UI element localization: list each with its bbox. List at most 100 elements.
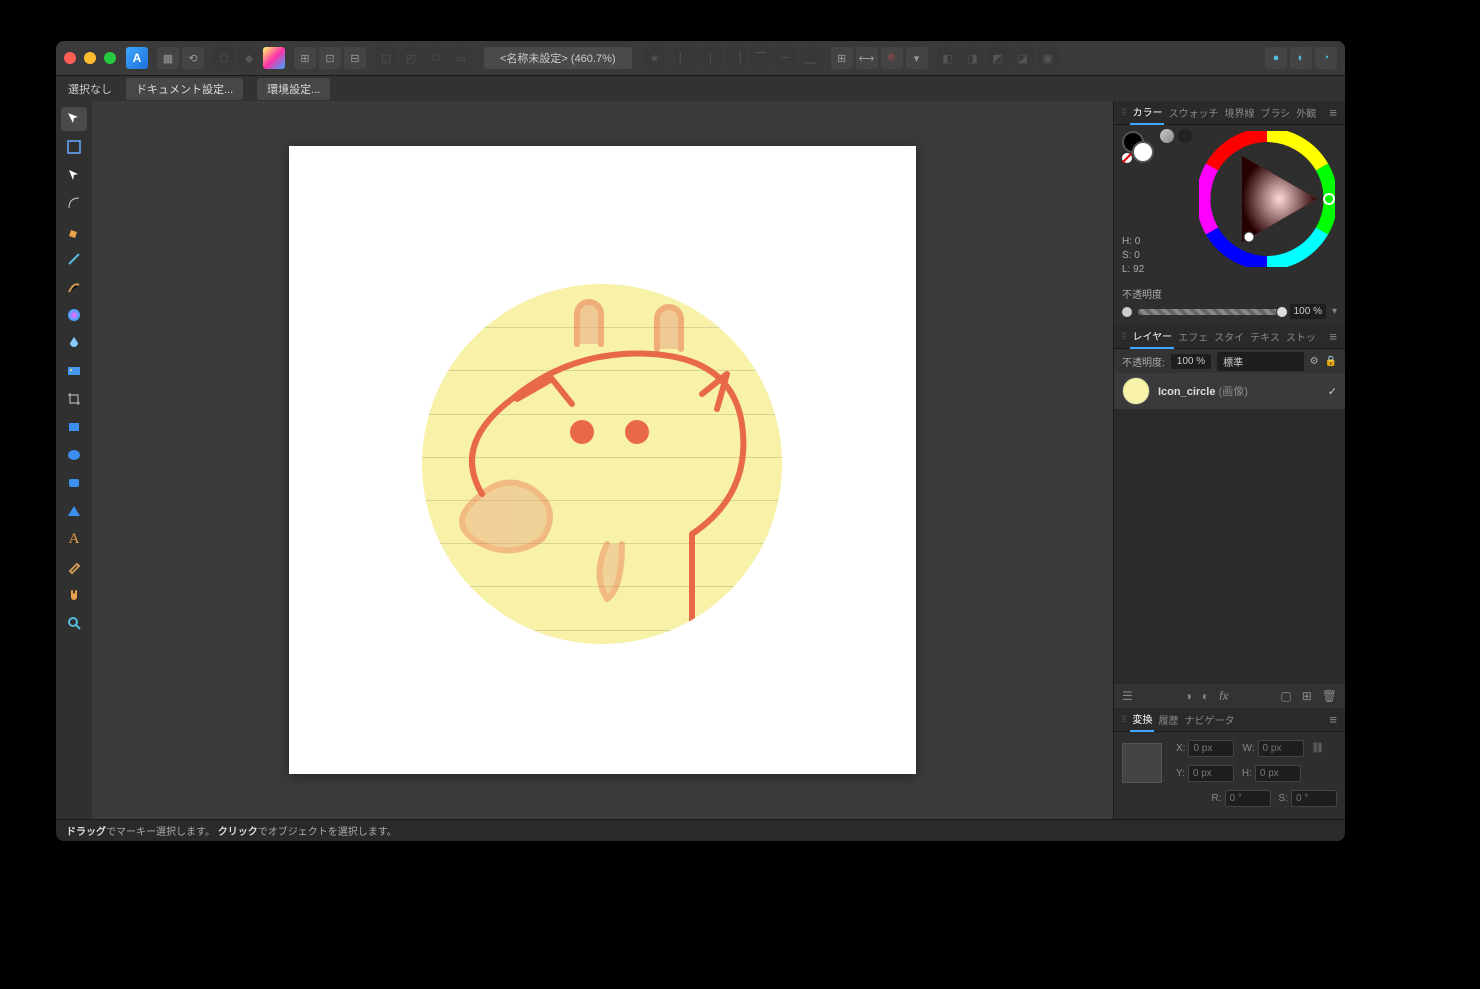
layers-empty-area[interactable] bbox=[1114, 409, 1345, 684]
preferences-button[interactable]: 環境設定... bbox=[257, 78, 330, 100]
fill-swatch[interactable] bbox=[1132, 141, 1154, 163]
rounded-rect-tool[interactable] bbox=[61, 471, 87, 495]
crop-tool[interactable] bbox=[61, 387, 87, 411]
tab-swatches[interactable]: スウォッチ bbox=[1166, 101, 1220, 124]
arrange-2[interactable]: ◰ bbox=[400, 47, 422, 69]
fx-icon[interactable]: fx bbox=[1219, 689, 1228, 703]
place-image-tool[interactable] bbox=[61, 359, 87, 383]
bool-1[interactable]: ◧ bbox=[937, 47, 959, 69]
x-field[interactable] bbox=[1188, 740, 1234, 757]
move-tool[interactable] bbox=[61, 107, 87, 131]
s-field[interactable] bbox=[1291, 790, 1337, 807]
align-right[interactable]: ⎹ bbox=[725, 47, 747, 69]
h-field[interactable] bbox=[1255, 765, 1301, 782]
snap-guides-button[interactable]: ⊟ bbox=[344, 47, 366, 69]
color-panel-menu[interactable]: ≡ bbox=[1327, 101, 1339, 124]
zoom-tool[interactable] bbox=[61, 611, 87, 635]
align-middle[interactable]: ─ bbox=[775, 47, 797, 69]
tab-stock[interactable]: ストッ bbox=[1284, 325, 1318, 348]
add-layer-icon[interactable]: ▢ bbox=[1280, 689, 1291, 703]
r-field[interactable] bbox=[1225, 790, 1271, 807]
opacity-slider[interactable] bbox=[1138, 309, 1284, 315]
opacity-handle[interactable] bbox=[1276, 306, 1288, 318]
snap-options[interactable]: ▾ bbox=[906, 47, 928, 69]
tab-color[interactable]: カラー bbox=[1130, 101, 1164, 125]
transform-panel-menu[interactable]: ≡ bbox=[1327, 708, 1339, 731]
bool-3[interactable]: ◩ bbox=[987, 47, 1009, 69]
canvas-viewport[interactable] bbox=[92, 101, 1113, 819]
ruler-toggle[interactable]: ⟷ bbox=[856, 47, 878, 69]
bool-5[interactable]: ▣ bbox=[1037, 47, 1059, 69]
arrange-1[interactable]: ◱ bbox=[375, 47, 397, 69]
snap-toggle[interactable]: ⌾ bbox=[881, 47, 903, 69]
blend-mode-select[interactable]: 標準 bbox=[1217, 352, 1303, 371]
w-field[interactable] bbox=[1258, 740, 1304, 757]
persona-button[interactable]: ▦ bbox=[157, 47, 179, 69]
tab-transform[interactable]: 変換 bbox=[1130, 707, 1154, 732]
insert-behind[interactable]: ◔ bbox=[1315, 47, 1337, 69]
brush-tool[interactable] bbox=[61, 275, 87, 299]
favorite-button[interactable]: ★ bbox=[644, 47, 666, 69]
shape-corner-button[interactable]: ◆ bbox=[238, 47, 260, 69]
document-setup-button[interactable]: ドキュメント設定... bbox=[126, 78, 243, 100]
insert-inside[interactable]: ◐ bbox=[1290, 47, 1312, 69]
anchor-selector[interactable] bbox=[1122, 743, 1162, 783]
bool-2[interactable]: ◨ bbox=[962, 47, 984, 69]
align-center-h[interactable]: ╎ bbox=[700, 47, 722, 69]
minimize-button[interactable] bbox=[84, 52, 96, 64]
arrange-3[interactable]: □ bbox=[425, 47, 447, 69]
color-wheel[interactable] bbox=[1199, 131, 1335, 267]
tab-stroke[interactable]: 境界線 bbox=[1222, 101, 1256, 124]
triangle-tool[interactable] bbox=[61, 499, 87, 523]
snap-bounds-button[interactable]: ⊡ bbox=[319, 47, 341, 69]
adjustment-icon[interactable]: ◐ bbox=[1202, 689, 1209, 703]
eyedropper-tool[interactable] bbox=[61, 555, 87, 579]
link-icon[interactable]: ⛓ bbox=[1312, 743, 1325, 754]
sample-well[interactable] bbox=[1178, 129, 1192, 143]
tab-effects[interactable]: エフェ bbox=[1176, 325, 1210, 348]
tab-layers[interactable]: レイヤー bbox=[1130, 324, 1174, 349]
grid-toggle[interactable]: ⊞ bbox=[831, 47, 853, 69]
align-bottom[interactable]: ⎽ bbox=[800, 47, 822, 69]
pen-tool[interactable] bbox=[61, 219, 87, 243]
mask-icon[interactable]: ◑ bbox=[1185, 689, 1192, 703]
transparency-tool[interactable] bbox=[61, 331, 87, 355]
node-tool[interactable] bbox=[61, 163, 87, 187]
tab-appearance[interactable]: 外観 bbox=[1294, 101, 1318, 124]
artboard-tool[interactable] bbox=[61, 135, 87, 159]
add-pixel-layer-icon[interactable]: ⊞ bbox=[1302, 689, 1312, 703]
ellipse-tool[interactable] bbox=[61, 443, 87, 467]
layer-opacity-field[interactable]: 100 % bbox=[1171, 354, 1211, 369]
hand-tool[interactable] bbox=[61, 583, 87, 607]
gradient-button[interactable] bbox=[263, 47, 285, 69]
maximize-button[interactable] bbox=[104, 52, 116, 64]
pencil-tool[interactable] bbox=[61, 247, 87, 271]
delete-layer-icon[interactable]: 🗑 bbox=[1322, 689, 1337, 703]
eyedropper-icon[interactable] bbox=[1160, 129, 1174, 143]
corner-tool[interactable] bbox=[61, 191, 87, 215]
tab-text[interactable]: テキス bbox=[1248, 325, 1282, 348]
text-tool[interactable]: A bbox=[61, 527, 87, 551]
artboard[interactable] bbox=[289, 146, 916, 774]
close-button[interactable] bbox=[64, 52, 76, 64]
opacity-start-handle[interactable] bbox=[1122, 307, 1132, 317]
layers-panel-menu[interactable]: ≡ bbox=[1327, 325, 1339, 348]
tab-history[interactable]: 履歴 bbox=[1156, 708, 1180, 731]
align-top[interactable]: ⎺ bbox=[750, 47, 772, 69]
lock-icon[interactable]: 🔒 bbox=[1325, 356, 1337, 367]
bool-4[interactable]: ◪ bbox=[1012, 47, 1034, 69]
rectangle-tool[interactable] bbox=[61, 415, 87, 439]
tab-navigator[interactable]: ナビゲータ bbox=[1182, 708, 1236, 731]
snap-grid-button[interactable]: ⊞ bbox=[294, 47, 316, 69]
arrange-4[interactable]: ▭ bbox=[450, 47, 472, 69]
align-left[interactable]: ⎸ bbox=[675, 47, 697, 69]
insert-target[interactable]: ● bbox=[1265, 47, 1287, 69]
layer-stack-icon[interactable]: ☰ bbox=[1122, 689, 1133, 703]
fill-tool[interactable] bbox=[61, 303, 87, 327]
document-title[interactable]: <名称未設定> (460.7%) bbox=[484, 47, 632, 69]
placed-image[interactable] bbox=[422, 284, 782, 644]
share-button[interactable]: ⟲ bbox=[182, 47, 204, 69]
layer-visibility-check[interactable]: ✓ bbox=[1328, 385, 1337, 398]
tab-styles[interactable]: スタイ bbox=[1212, 325, 1246, 348]
tab-brushes[interactable]: ブラシ bbox=[1258, 101, 1292, 124]
